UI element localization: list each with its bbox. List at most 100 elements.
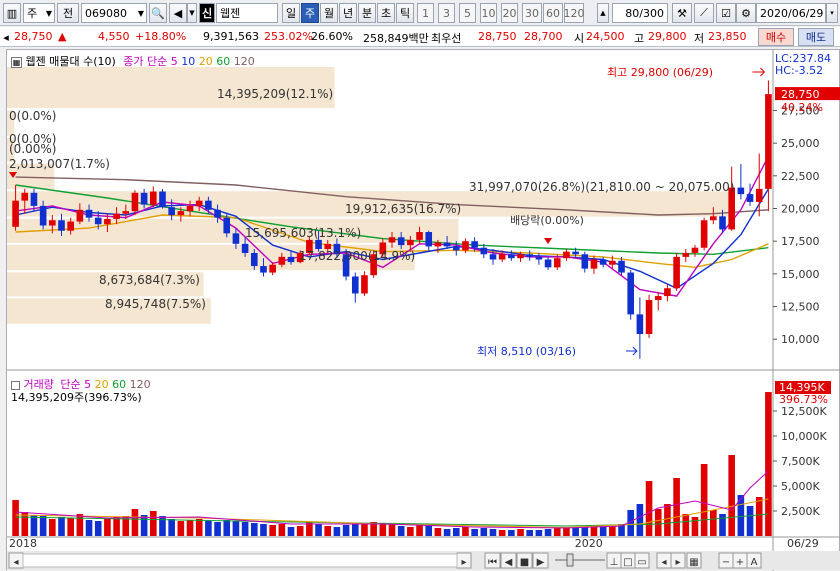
calendar-icon[interactable]: ▾: [826, 3, 838, 23]
layout-icon[interactable]: ▥: [3, 3, 21, 23]
candle-body: [361, 275, 368, 294]
volume-profile-label: 31,997,070(26.8%)(21,810.00 ~ 20,075.00): [469, 180, 734, 194]
volume-bar: [379, 523, 387, 536]
grid-button-glyph: ▦: [689, 557, 698, 568]
candle-body: [205, 200, 212, 210]
prev-page-button-glyph: ◀: [505, 557, 513, 568]
type-select[interactable]: 주 ▼: [23, 3, 55, 23]
play-button-glyph: ▶: [537, 557, 545, 568]
zoom-slider-handle[interactable]: [566, 553, 574, 567]
period-tab-4[interactable]: 분: [358, 3, 376, 23]
volume-bar: [535, 530, 543, 536]
interval-tab-1[interactable]: 1: [417, 3, 434, 23]
candle-body: [21, 192, 29, 201]
volume-bar: [581, 527, 589, 536]
candle-body: [434, 242, 442, 247]
trade-amount: 258,849백만: [363, 32, 429, 45]
volume-profile-label: 15,695,603(13.1%): [245, 226, 361, 240]
candle-body: [553, 258, 561, 268]
search-icon[interactable]: 🔍: [149, 3, 167, 23]
interval-tab-10[interactable]: 10: [480, 3, 497, 23]
panel-icon[interactable]: ▦: [11, 56, 22, 68]
period-tab-3[interactable]: 년: [339, 3, 357, 23]
volume-bar: [728, 455, 735, 536]
volume-bar: [269, 525, 276, 536]
chevron-down-icon[interactable]: ▲: [597, 3, 609, 23]
volume-ratio: 253.02%: [264, 30, 313, 43]
stock-name[interactable]: 웹젠: [216, 3, 278, 23]
volume-bar: [342, 525, 350, 536]
chevron-down-icon[interactable]: ▼: [187, 3, 197, 23]
volume-tick-label: 2,500K: [781, 505, 820, 518]
open-price: 24,500: [586, 30, 625, 43]
candle-body: [397, 237, 405, 246]
prev-button[interactable]: 전: [57, 3, 79, 23]
period-tab-1[interactable]: 주: [301, 3, 319, 23]
volume-bar: [664, 504, 671, 536]
volume-bar: [186, 520, 194, 536]
date-input[interactable]: 2020/06/29: [756, 3, 826, 23]
buy-button[interactable]: 매수: [758, 28, 794, 46]
volume-bar: [425, 526, 433, 536]
volume-bar: [232, 521, 240, 536]
interval-tab-60[interactable]: 60: [543, 3, 563, 23]
interval-tab-5[interactable]: 5: [459, 3, 476, 23]
period-tab-2[interactable]: 월: [320, 3, 338, 23]
volume-bar: [296, 526, 304, 536]
candle-body: [443, 242, 451, 247]
price-legend: ▦ 웹젠 매물대 수(10) 종가 단순 5 10 20 60 120: [11, 53, 255, 69]
candle-body: [664, 288, 671, 297]
stock-chart[interactable]: 27,50025,00022,50020,00017,50015,00012,5…: [7, 50, 840, 571]
scroll-right-button-glyph: ▸: [461, 557, 466, 568]
volume-bar: [746, 506, 754, 536]
candle-body: [241, 243, 249, 253]
volume-bar: [140, 515, 148, 536]
turnover-rate: 26.60%: [311, 30, 353, 43]
price-change: 4,550: [98, 30, 130, 43]
chevron-down-icon: ▼: [137, 8, 144, 18]
last-pct-tag: 40.24%: [781, 101, 823, 114]
candle-body: [654, 296, 662, 301]
volume-bar: [195, 519, 203, 536]
period-tab-5[interactable]: 초: [377, 3, 395, 23]
interval-tab-20[interactable]: 20: [501, 3, 518, 23]
scrollbar-thumb[interactable]: [22, 553, 458, 568]
period-tab-0[interactable]: 일: [282, 3, 300, 23]
volume-bar: [407, 527, 414, 536]
candle-body: [122, 211, 130, 214]
volume-profile-label: 8,945,748(7.5%): [105, 297, 206, 311]
checkbox-icon[interactable]: ☑: [716, 3, 736, 23]
count-input[interactable]: 80/300: [612, 3, 668, 23]
interval-tab-30[interactable]: 30: [522, 3, 542, 23]
interval-tab-120[interactable]: 120: [564, 3, 585, 23]
volume-bar: [315, 524, 322, 536]
volume-bar: [214, 522, 221, 536]
best-quote-label: 최우선: [431, 32, 462, 45]
speaker-icon[interactable]: ◀: [169, 3, 187, 23]
sell-button[interactable]: 매도: [798, 28, 834, 46]
volume-bar: [636, 504, 644, 536]
volume-bar: [416, 525, 423, 536]
volume-bar: [168, 519, 175, 536]
trend-tool-icon[interactable]: ⟋: [694, 3, 714, 23]
gear-icon[interactable]: ⚙: [736, 3, 756, 23]
y-tick-label: 10,000: [781, 333, 820, 346]
chart-area[interactable]: 27,500 25,000 22,500 20,000 17,500 15,000 12,5…: [6, 49, 840, 571]
interval-tab-3[interactable]: 3: [438, 3, 455, 23]
period-tab-6[interactable]: 틱: [396, 3, 414, 23]
candle-tool-icon[interactable]: ⚒: [672, 3, 692, 23]
candle-body: [508, 254, 515, 259]
ma-120-label: 120: [233, 55, 255, 68]
volume-tick-label: 7,500K: [781, 455, 820, 468]
volume-bar: [113, 517, 120, 536]
volume-tick-label: 12,500K: [781, 405, 827, 418]
code-input[interactable]: 069080 ▼: [81, 3, 147, 23]
chevron-left-icon[interactable]: ◂: [2, 28, 10, 46]
y-tick-label: 15,000: [781, 268, 820, 281]
volume-bar: [755, 497, 763, 536]
volume-bar: [333, 527, 341, 536]
volume-bar: [673, 478, 680, 536]
high-note: 최고 29,800 (06/29): [607, 66, 713, 79]
pan-right-button-glyph: ▸: [675, 557, 680, 568]
stop-button-glyph: ■: [520, 557, 529, 568]
